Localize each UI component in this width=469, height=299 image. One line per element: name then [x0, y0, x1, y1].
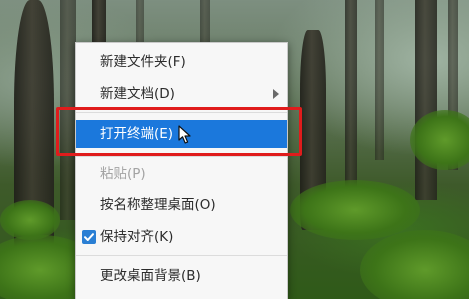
menu-item-label: 新建文件夹(F)	[100, 54, 186, 70]
forest-trunk	[415, 0, 437, 200]
menu-item-label: 粘贴(P)	[100, 166, 146, 182]
forest-trunk	[375, 0, 384, 160]
menu-item-label: 按名称整理桌面(O)	[100, 197, 216, 213]
checkbox-checked-icon[interactable]	[82, 230, 96, 244]
menu-item-change-background[interactable]: 更改桌面背景(B)	[76, 262, 287, 290]
menu-item-paste[interactable]: 粘贴(P)	[76, 160, 287, 188]
menu-item-new-folder[interactable]: 新建文件夹(F)	[76, 48, 287, 76]
menu-item-label: 保持对齐(K)	[100, 229, 174, 245]
forest-trunk	[200, 0, 210, 45]
menu-item-new-document[interactable]: 新建文档(D)	[76, 80, 287, 108]
mouse-pointer-icon	[178, 125, 192, 149]
menu-item-arrange-by-name[interactable]: 按名称整理桌面(O)	[76, 191, 287, 219]
forest-trunk	[345, 0, 357, 210]
menu-item-label: 更改桌面背景(B)	[100, 268, 201, 284]
menu-separator	[76, 156, 287, 157]
chevron-right-icon	[273, 89, 279, 99]
desktop-context-menu: 新建文件夹(F) 新建文档(D) 打开终端(E) 粘贴(P) 按名称整理桌面(O…	[75, 42, 288, 299]
desktop-background[interactable]: 新建文件夹(F) 新建文档(D) 打开终端(E) 粘贴(P) 按名称整理桌面(O…	[0, 0, 469, 299]
menu-item-label: 新建文档(D)	[100, 86, 175, 102]
menu-separator	[76, 255, 287, 256]
moss-patch	[0, 200, 60, 240]
moss-patch	[360, 230, 469, 299]
moss-patch	[290, 180, 420, 240]
menu-item-keep-aligned[interactable]: 保持对齐(K)	[76, 223, 287, 251]
